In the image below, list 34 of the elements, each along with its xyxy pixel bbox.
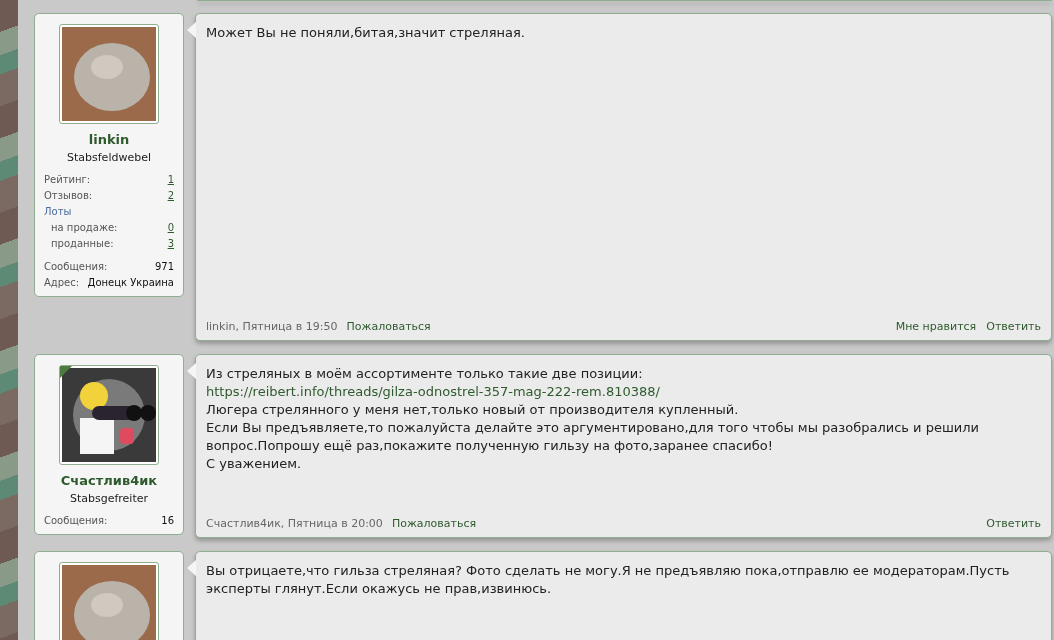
post-action-link[interactable]: Ответить bbox=[986, 320, 1041, 333]
username-link[interactable]: linkin bbox=[88, 132, 130, 147]
stat-label: Рейтинг: bbox=[44, 174, 91, 185]
stat-value-link[interactable]: 0 bbox=[167, 222, 174, 233]
user-rank: Stabsfeldwebel bbox=[67, 151, 151, 164]
stat-label: Адрес: bbox=[44, 277, 80, 288]
corner-marker-icon bbox=[60, 366, 72, 378]
post-action-link[interactable]: Ответить bbox=[986, 517, 1041, 530]
username-link[interactable]: Счастлив4ик bbox=[60, 473, 158, 488]
user-rank: Stabsgefreiter bbox=[69, 492, 149, 505]
stat-label: Сообщения: bbox=[44, 261, 108, 272]
stat-value-link[interactable]: 2 bbox=[167, 190, 174, 201]
message-text: Из стреляных в моём ассортименте только такие две позиции: bbox=[206, 365, 644, 383]
stat-label: проданные: bbox=[50, 238, 114, 249]
stat-value: 16 bbox=[161, 515, 174, 526]
stat-value: Донецк Украина bbox=[87, 277, 174, 288]
stat-group-label: Лоты bbox=[44, 206, 72, 217]
report-link[interactable]: Пожаловаться bbox=[346, 320, 431, 333]
stat-value-link[interactable]: 3 bbox=[167, 238, 174, 249]
message-link[interactable]: https://reibert.info/threads/gilza-odnostrel-357-mag-222-rem.810388/ bbox=[206, 384, 660, 399]
message-text: Люгера стрелянного у меня нет,только новый от производителя купленный. bbox=[206, 401, 740, 419]
message-text: С уважением. bbox=[206, 455, 303, 473]
post-action-link[interactable]: Мне нравится bbox=[895, 320, 977, 333]
stat-value-link[interactable]: 1 bbox=[167, 174, 174, 185]
post-meta: linkin, Пятница в 19:50 bbox=[206, 320, 338, 333]
post-meta: Счастлив4ик, Пятница в 20:00 bbox=[206, 517, 383, 530]
stat-label: на продаже: bbox=[50, 222, 118, 233]
message-text: Вы отрицаете,что гильза стреляная? Фото сделать не могу.Я не предъявляю пока,отправлю ее модераторам.Пусть эксперты глянут.Если окажусь не прав,извинюсь. bbox=[206, 562, 1011, 598]
message-text: Если Вы предъявляете,то пожалуйста делайте это аргументировано,для того чтобы мы разобрались и решили вопрос.Попрошу ещё раз,покажите полученную гильзу на фото,заранее спасибо! bbox=[206, 419, 981, 455]
stat-label: Отзывов: bbox=[44, 190, 93, 201]
report-link[interactable]: Пожаловаться bbox=[391, 517, 477, 530]
stat-label: Сообщения: bbox=[44, 515, 108, 526]
stat-value: 971 bbox=[154, 261, 174, 272]
message-text: Может Вы не поняли,битая,значит стреляная. bbox=[206, 24, 526, 42]
